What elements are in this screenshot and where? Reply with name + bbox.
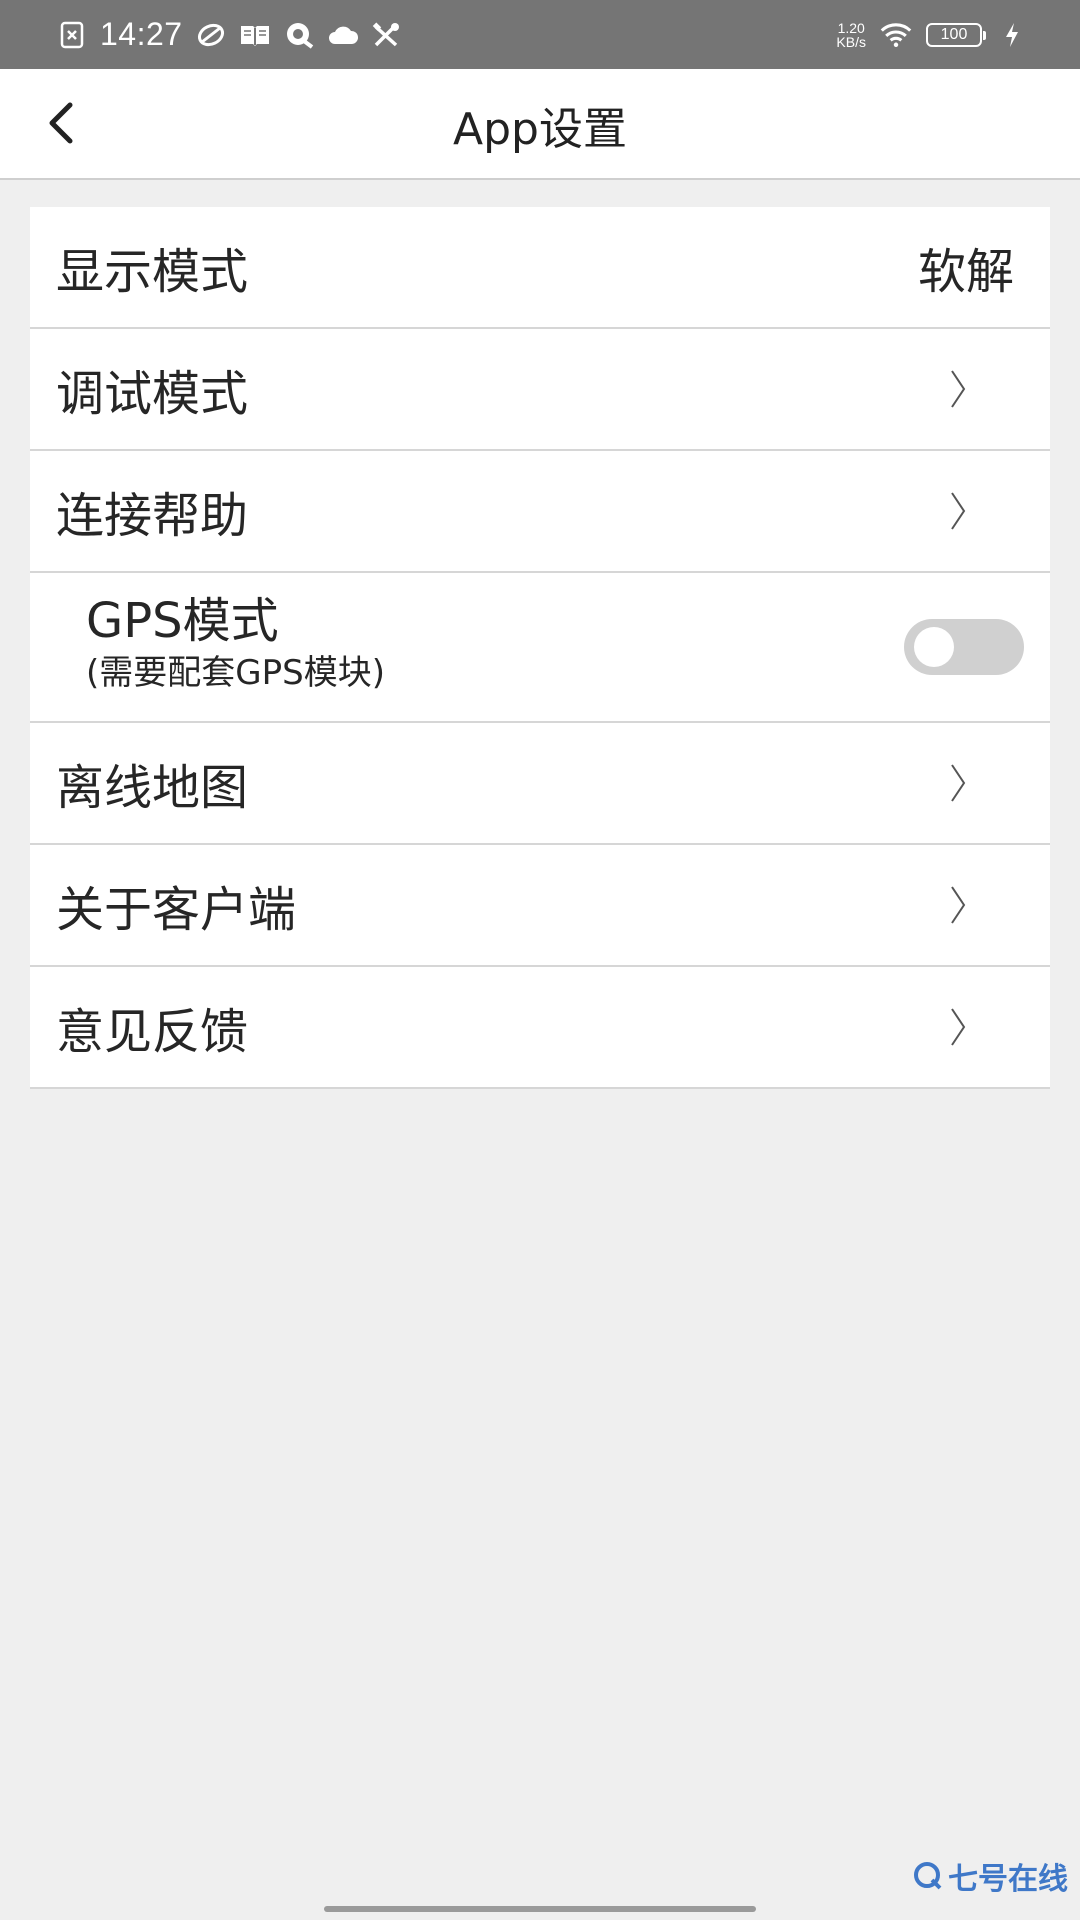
- chevron-right-icon: [951, 886, 966, 924]
- tools-icon: [371, 19, 403, 51]
- setting-label: 关于客户端: [56, 882, 297, 938]
- chat-icon: [283, 19, 315, 51]
- charging-icon: [996, 19, 1028, 51]
- setting-connection-help[interactable]: 连接帮助: [30, 451, 1050, 573]
- rotate-icon: [195, 19, 227, 51]
- title-bar: App设置: [0, 69, 1080, 180]
- chevron-right-icon: [951, 492, 966, 530]
- sim-off-icon: [56, 19, 88, 51]
- book-icon: [239, 19, 271, 51]
- setting-label: 显示模式: [56, 244, 249, 300]
- chevron-right-icon: [951, 764, 966, 802]
- network-speed-unit: KB/s: [836, 33, 866, 50]
- setting-gps-mode: GPS模式 (需要配套GPS模块): [30, 573, 1050, 723]
- setting-sublabel: (需要配套GPS模块): [86, 653, 385, 693]
- setting-display-mode[interactable]: 显示模式 软解: [30, 207, 1050, 329]
- watermark: 七号在线: [912, 1854, 1068, 1898]
- chevron-right-icon: [951, 1008, 966, 1046]
- status-bar-left: 14:27: [56, 0, 403, 69]
- setting-value: 软解: [917, 244, 1014, 300]
- network-speed-value: 1.20: [837, 19, 865, 36]
- setting-debug-mode[interactable]: 调试模式: [30, 329, 1050, 451]
- status-time: 14:27: [100, 16, 183, 52]
- setting-label: 离线地图: [56, 760, 249, 816]
- battery-indicator: 100: [926, 22, 986, 47]
- setting-feedback[interactable]: 意见反馈: [30, 967, 1050, 1089]
- setting-about-client[interactable]: 关于客户端: [30, 845, 1050, 967]
- page-title: App设置: [453, 103, 627, 155]
- toggle-knob: [914, 627, 954, 667]
- cloud-icon: [327, 19, 359, 51]
- chevron-right-icon: [951, 370, 966, 408]
- status-bar: 14:27 1.20 KB/s 100: [0, 0, 1080, 69]
- gps-toggle[interactable]: [904, 619, 1024, 675]
- battery-level: 100: [940, 25, 968, 43]
- setting-label: 调试模式: [56, 366, 249, 422]
- settings-list: 显示模式 软解 调试模式 连接帮助 GPS模式 (需要配套GPS模块) 离线地图…: [30, 207, 1050, 1089]
- setting-offline-map[interactable]: 离线地图: [30, 723, 1050, 845]
- home-indicator[interactable]: [324, 1906, 756, 1912]
- network-speed: 1.20 KB/s: [836, 21, 866, 49]
- setting-label: 连接帮助: [56, 488, 249, 544]
- gps-text-block: GPS模式 (需要配套GPS模块): [86, 593, 385, 695]
- watermark-text: 七号在线: [948, 1862, 1068, 1897]
- setting-label: 意见反馈: [56, 1004, 249, 1060]
- status-bar-right: 1.20 KB/s 100: [836, 0, 1028, 69]
- watermark-logo-icon: [914, 1862, 942, 1890]
- wifi-icon: [880, 19, 912, 51]
- setting-label: GPS模式: [86, 593, 279, 649]
